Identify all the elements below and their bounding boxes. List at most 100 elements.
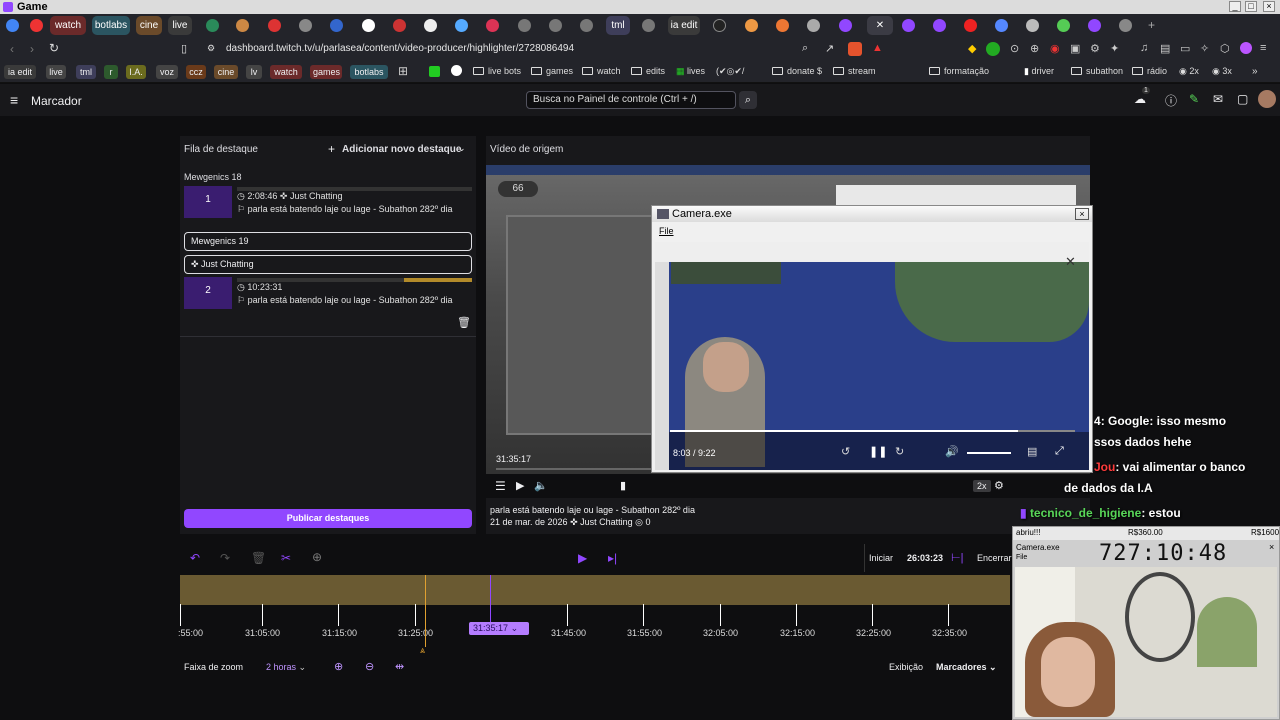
- bookmark-folder[interactable]: subathon: [1071, 66, 1123, 76]
- url-field[interactable]: dashboard.twitch.tv/u/parlasea/content/v…: [226, 43, 574, 54]
- bookmark-chip[interactable]: live: [46, 65, 66, 79]
- bookmark-chip[interactable]: ia edit: [4, 65, 36, 79]
- maximize-button[interactable]: □: [1245, 1, 1257, 12]
- reload-icon[interactable]: ↻: [49, 41, 59, 55]
- bookmark-chip[interactable]: cine: [214, 65, 238, 79]
- tab-favicon-icon[interactable]: [839, 19, 852, 32]
- delete-icon[interactable]: 🗑: [251, 551, 266, 565]
- bookmark-chip[interactable]: voz: [156, 65, 178, 79]
- tools-icon[interactable]: ✎: [1189, 92, 1199, 106]
- extensions-icon[interactable]: ✦: [1110, 42, 1119, 55]
- more-bookmarks-icon[interactable]: »: [1252, 66, 1258, 77]
- wallet-icon[interactable]: ▭: [1180, 42, 1190, 55]
- notifications-icon[interactable]: ☁: [1134, 92, 1146, 106]
- bookmark-item[interactable]: ▮ driver: [1024, 66, 1054, 77]
- close-camera-button[interactable]: ×: [1075, 208, 1089, 220]
- add-highlight-button[interactable]: Adicionar novo destaque: [342, 144, 461, 155]
- fit-timeline-icon[interactable]: ⇹: [395, 660, 404, 673]
- chevron-down-icon[interactable]: ⌄: [458, 143, 466, 154]
- tab-active[interactable]: ✕: [867, 16, 893, 35]
- captions-icon[interactable]: ▤: [1027, 445, 1037, 458]
- tab-favicon-icon[interactable]: [362, 19, 375, 32]
- start-marker[interactable]: [425, 575, 426, 647]
- bookmark-folder[interactable]: watch: [582, 66, 621, 76]
- close-tab-icon[interactable]: ✕: [876, 20, 884, 31]
- bookmark-folder[interactable]: stream: [833, 66, 876, 76]
- browser-icon[interactable]: [6, 19, 19, 32]
- highlight-category-input[interactable]: ✜ Just Chatting: [184, 255, 472, 274]
- site-info-icon[interactable]: ⚙: [207, 43, 215, 54]
- search-icon[interactable]: ⌕: [739, 91, 757, 109]
- tab-favicon-icon[interactable]: [206, 19, 219, 32]
- forward-icon[interactable]: ↻: [895, 445, 904, 458]
- tab-favicon-icon[interactable]: [455, 19, 468, 32]
- tab-favicon-icon[interactable]: [299, 19, 312, 32]
- extension-icon[interactable]: ⊙: [1010, 42, 1019, 55]
- tab-favicon-icon[interactable]: [1119, 19, 1132, 32]
- tab-favicon-icon[interactable]: [642, 19, 655, 32]
- trash-icon[interactable]: 🗑: [457, 316, 471, 329]
- bookmark-folder[interactable]: edits: [631, 66, 665, 76]
- bookmark-folder[interactable]: rádio: [1132, 66, 1167, 76]
- vpn-icon[interactable]: ⬡: [1220, 42, 1230, 55]
- tab-favicon-icon[interactable]: [30, 19, 43, 32]
- extension-icon[interactable]: [986, 42, 1000, 56]
- add-icon[interactable]: +: [328, 142, 335, 156]
- highlight-item[interactable]: 1 ◷ 2:08:46 ✜ Just Chatting ⚐ parla está…: [184, 186, 472, 218]
- bookmark-folder[interactable]: games: [531, 66, 573, 76]
- whispers-icon[interactable]: ▢: [1237, 92, 1248, 106]
- rewind-icon[interactable]: ↺: [841, 445, 850, 458]
- tab-favicon-icon[interactable]: [745, 19, 758, 32]
- tab-favicon-icon[interactable]: [393, 19, 406, 32]
- tab-favicon-icon[interactable]: [713, 19, 726, 32]
- tab-live[interactable]: live: [168, 16, 192, 35]
- redo-icon[interactable]: ↷: [220, 551, 230, 565]
- play-icon[interactable]: ▶: [516, 479, 524, 492]
- volume-icon[interactable]: 🔈: [534, 479, 548, 492]
- close-window-button[interactable]: ×: [1263, 1, 1275, 12]
- bookmark-chip[interactable]: r: [104, 65, 118, 79]
- tab-tml[interactable]: tml: [606, 16, 630, 35]
- tab-watch[interactable]: watch: [50, 16, 86, 35]
- markers-select[interactable]: Marcadores ⌄: [936, 662, 997, 673]
- settings-icon[interactable]: ⚙: [994, 479, 1004, 492]
- brave-shield-icon[interactable]: [848, 42, 862, 56]
- bookmark-chip[interactable]: tml: [76, 65, 96, 79]
- hamburger-menu-icon[interactable]: ≡: [10, 92, 18, 108]
- tab-favicon-icon[interactable]: [933, 19, 946, 32]
- tab-favicon-icon[interactable]: [1026, 19, 1039, 32]
- tab-favicon-icon[interactable]: [902, 19, 915, 32]
- playhead-badge[interactable]: 31:35:17 ⌄: [469, 622, 529, 635]
- extension-icon[interactable]: ◆: [968, 42, 976, 55]
- pause-icon[interactable]: ❚❚: [869, 445, 887, 458]
- cut-icon[interactable]: ✂: [281, 551, 291, 565]
- tab-favicon-icon[interactable]: [1088, 19, 1101, 32]
- extension-icon[interactable]: ⚙: [1090, 42, 1100, 55]
- tab-favicon-icon[interactable]: [268, 19, 281, 32]
- highlight-item[interactable]: 2 ◷ 10:23:31 ⚐ parla está batendo laje o…: [184, 277, 472, 309]
- bookmark-icon[interactable]: ▯: [181, 42, 187, 55]
- profile-icon[interactable]: [1240, 42, 1252, 54]
- zoom-out-icon[interactable]: ⊖: [365, 660, 374, 673]
- tab-favicon-icon[interactable]: [807, 19, 820, 32]
- jump-end-icon[interactable]: ▸|: [608, 551, 617, 565]
- volume-slider[interactable]: [967, 452, 1011, 454]
- bookmark-chip[interactable]: watch: [270, 65, 302, 79]
- tab-cine[interactable]: cine: [136, 16, 162, 35]
- tab-ia-edit[interactable]: ia edit: [668, 16, 700, 35]
- set-start-icon[interactable]: ⊢|: [951, 551, 963, 564]
- volume-icon[interactable]: 🔊: [945, 445, 959, 458]
- back-icon[interactable]: ‹: [10, 42, 14, 56]
- zoom-icon[interactable]: ⌕: [802, 42, 808, 55]
- bookmark-folder[interactable]: live bots: [473, 66, 521, 76]
- start-marker-handle-icon[interactable]: ⩓: [420, 645, 425, 656]
- timeline-track[interactable]: [180, 575, 1010, 605]
- file-menu[interactable]: File: [659, 226, 674, 236]
- tab-favicon-icon[interactable]: [549, 19, 562, 32]
- mail-icon[interactable]: ✉: [1213, 92, 1223, 106]
- close-feed-icon[interactable]: ✕: [1065, 254, 1076, 270]
- bookmark-item[interactable]: (✔◎✔/: [716, 66, 744, 77]
- bookmark-folder[interactable]: donate $: [772, 66, 822, 76]
- extension-icon[interactable]: ▣: [1070, 42, 1080, 55]
- leo-icon[interactable]: ✧: [1200, 42, 1209, 55]
